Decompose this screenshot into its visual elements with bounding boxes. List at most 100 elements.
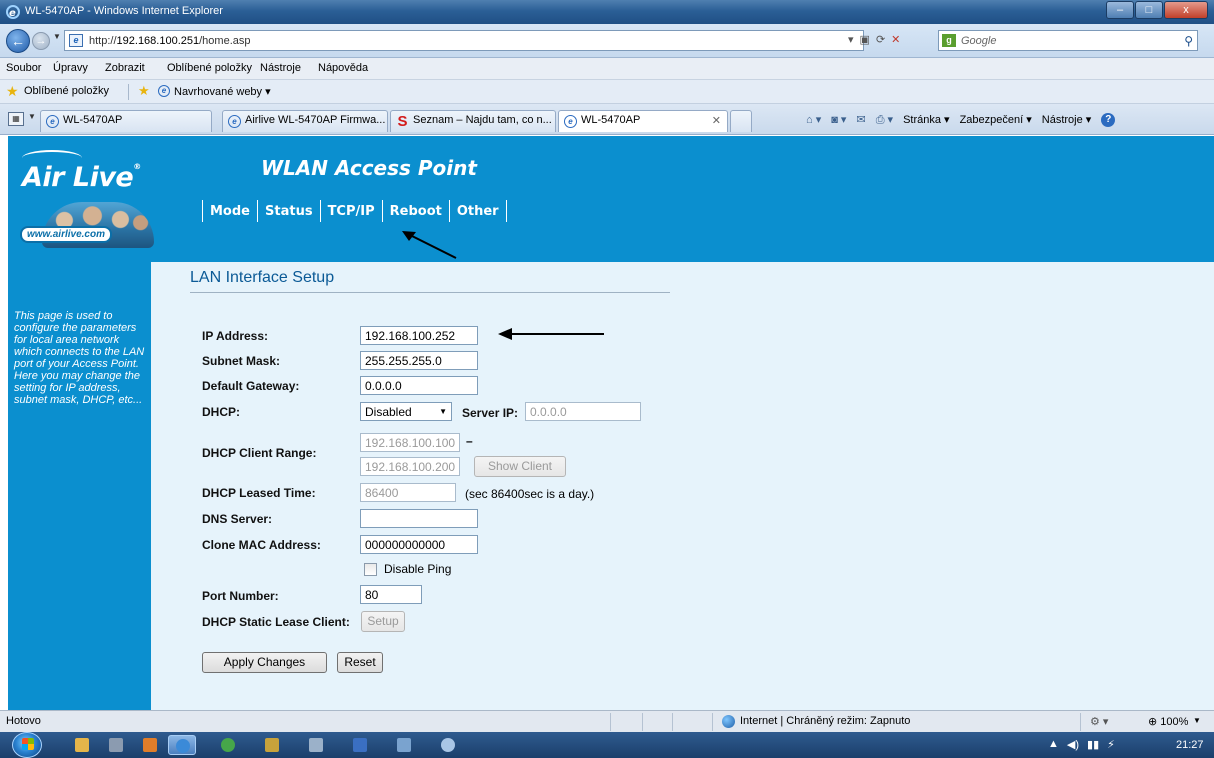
port-number-label: Port Number: [202, 589, 279, 603]
mail-icon[interactable]: ✉ [856, 113, 865, 127]
sidebar-help-text: This page is used to configure the param… [14, 310, 145, 406]
google-icon: g [942, 34, 956, 47]
lease-time-input[interactable]: 86400 [360, 483, 456, 502]
volume-icon[interactable]: ◀) [1067, 738, 1079, 751]
seznam-icon: S [397, 113, 408, 130]
menu-help[interactable]: Nápověda [318, 62, 368, 74]
favorites-star-icon[interactable]: ★ [6, 83, 19, 100]
app-taskbar-icon-4[interactable] [390, 735, 418, 755]
menu-reboot[interactable]: Reboot [381, 200, 449, 222]
svg-text:e: e [9, 8, 16, 19]
power-icon[interactable]: ⚡ [1107, 738, 1115, 751]
page-menu[interactable]: Stránka ▾ [903, 113, 950, 127]
taskbar: ▲ ◀) ▮▮ ⚡ 21:27 [0, 732, 1214, 758]
network-icon[interactable]: ▮▮ [1087, 738, 1099, 751]
menu-status[interactable]: Status [257, 200, 320, 222]
add-favorite-icon[interactable]: ★ [138, 83, 150, 99]
address-dropdown-icon[interactable]: ▾ [848, 33, 854, 46]
search-field[interactable]: g Google ⚲ [938, 30, 1198, 51]
server-ip-label: Server IP: [462, 406, 519, 420]
tools-menu[interactable]: Nástroje ▾ [1042, 113, 1092, 127]
tab-label: Airlive WL-5470AP Firmwa... [245, 114, 386, 126]
ip-address-label: IP Address: [202, 329, 269, 343]
address-url[interactable]: http://192.168.100.251/home.asp [89, 35, 251, 47]
tab-label: WL-5470AP [63, 114, 123, 126]
menu-file[interactable]: Soubor [6, 62, 41, 74]
tab-airlive-firmware[interactable]: e Airlive WL-5470AP Firmwa... [222, 110, 388, 132]
protected-mode-icon[interactable]: ⚙ ▾ [1090, 715, 1108, 728]
close-window-button[interactable]: x [1164, 1, 1208, 19]
zoom-dropdown-icon[interactable]: ▼ [1193, 716, 1201, 725]
menu-view[interactable]: Zobrazit [105, 62, 145, 74]
back-button[interactable]: ← [6, 29, 30, 53]
disable-ping-label: Disable Ping [384, 562, 452, 576]
status-bar: Hotovo Internet | Chráněný režim: Zapnut… [0, 710, 1214, 732]
dns-server-input[interactable] [360, 509, 478, 528]
calculator-taskbar-icon[interactable] [102, 735, 130, 755]
ie-icon: e [6, 5, 20, 19]
dhcp-select[interactable]: Disabled ▼ [360, 402, 452, 421]
reset-button[interactable]: Reset [337, 652, 383, 673]
disable-ping-checkbox[interactable] [364, 563, 377, 576]
print-icon[interactable]: ⎙ ▾ [876, 113, 893, 127]
title-divider [190, 292, 670, 293]
stop-icon[interactable]: ✕ [891, 33, 900, 46]
explorer-taskbar-icon[interactable] [68, 735, 96, 755]
menu-mode[interactable]: Mode [202, 200, 257, 222]
ip-address-input[interactable]: 192.168.100.252 [360, 326, 478, 345]
clock[interactable]: 21:27 [1176, 739, 1204, 751]
port-number-input[interactable]: 80 [360, 585, 422, 604]
maximize-button[interactable]: □ [1135, 1, 1163, 19]
app-taskbar-icon-3[interactable] [302, 735, 330, 755]
feeds-icon[interactable]: ◙ ▾ [831, 113, 846, 127]
show-client-button[interactable]: Show Client [474, 456, 566, 477]
address-field[interactable]: e http://192.168.100.251/home.asp [64, 30, 864, 51]
tab-seznam[interactable]: S Seznam – Najdu tam, co n... [390, 110, 556, 132]
new-tab-button[interactable] [730, 110, 752, 132]
tray-arrow-icon[interactable]: ▲ [1048, 738, 1059, 751]
internet-zone-icon [722, 715, 735, 728]
quick-tabs-icon[interactable]: ▦ [8, 112, 24, 126]
tab-wl5470ap-1[interactable]: e WL-5470AP [40, 110, 212, 132]
refresh-icon[interactable]: ⟳ [876, 33, 885, 46]
menu-edit[interactable]: Úpravy [53, 62, 88, 74]
history-dropdown-icon[interactable]: ▼ [53, 32, 61, 41]
server-ip-input[interactable]: 0.0.0.0 [525, 402, 641, 421]
favorites-button[interactable]: Oblíbené položky [24, 85, 109, 97]
app-taskbar-icon-1[interactable] [214, 735, 242, 755]
home-icon[interactable]: ⌂ ▾ [806, 113, 821, 127]
menu-tools[interactable]: Nástroje [260, 62, 301, 74]
status-divider [712, 713, 713, 731]
app-taskbar-icon-2[interactable] [258, 735, 286, 755]
tab-list-dropdown-icon[interactable]: ▼ [28, 112, 36, 121]
apply-changes-button[interactable]: Apply Changes [202, 652, 327, 673]
default-gateway-input[interactable]: 0.0.0.0 [360, 376, 478, 395]
security-zone-text[interactable]: Internet | Chráněný režim: Zapnuto [740, 715, 910, 727]
setup-button[interactable]: Setup [361, 611, 405, 632]
media-player-taskbar-icon[interactable] [136, 735, 164, 755]
minimize-button[interactable]: – [1106, 1, 1134, 19]
suggested-sites-button[interactable]: Navrhované weby ▾ [174, 85, 271, 98]
word-taskbar-icon[interactable] [346, 735, 374, 755]
forward-button[interactable]: → [32, 32, 50, 50]
help-icon[interactable]: ? [1101, 113, 1116, 127]
range-end-input[interactable]: 192.168.100.200 [360, 457, 460, 476]
brand-url[interactable]: www.airlive.com [20, 226, 112, 243]
ie-taskbar-icon[interactable] [168, 735, 196, 755]
search-icon[interactable]: ⚲ [1184, 34, 1193, 48]
menu-other[interactable]: Other [448, 200, 507, 222]
compatibility-view-icon[interactable]: ▣ [860, 33, 870, 46]
range-start-input[interactable]: 192.168.100.100 [360, 433, 460, 452]
menu-favorites[interactable]: Oblíbené položky [167, 62, 252, 74]
tab-wl5470ap-active[interactable]: e WL-5470AP ✕ [558, 110, 728, 132]
start-button[interactable] [12, 732, 42, 758]
menu-tcpip[interactable]: TCP/IP [319, 200, 382, 222]
close-tab-icon[interactable]: ✕ [712, 114, 721, 127]
page-viewport: Air Live® www.airlive.com WLAN Access Po… [8, 136, 1214, 710]
subnet-mask-input[interactable]: 255.255.255.0 [360, 351, 478, 370]
app-taskbar-icon-5[interactable] [434, 735, 462, 755]
zoom-level[interactable]: ⊕ 100% [1148, 715, 1188, 728]
clone-mac-input[interactable]: 000000000000 [360, 535, 478, 554]
safety-menu[interactable]: Zabezpečení ▾ [960, 113, 1032, 127]
status-text: Hotovo [6, 715, 41, 727]
